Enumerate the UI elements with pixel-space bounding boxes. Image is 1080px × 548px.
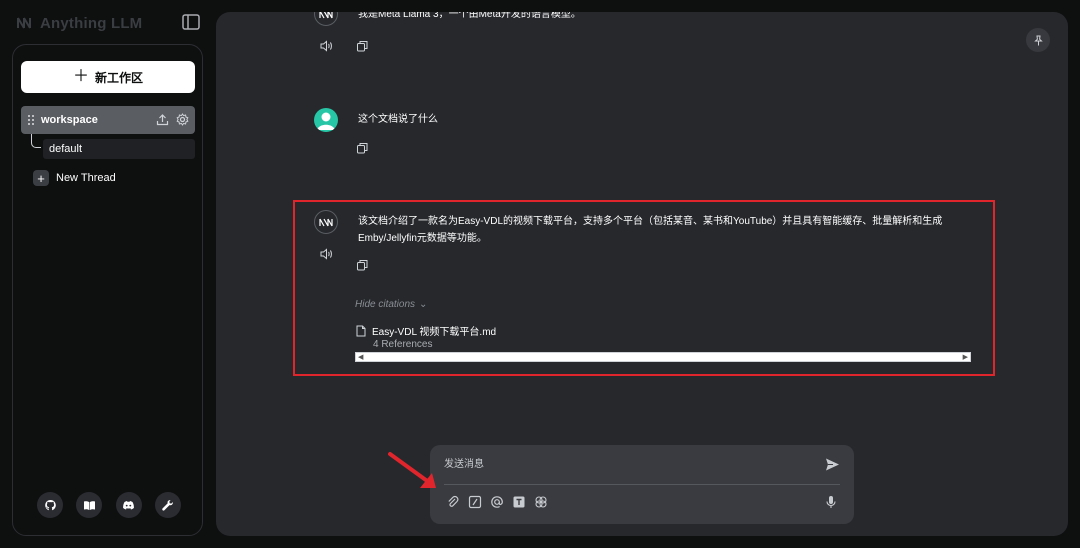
chat-panel: 我是Meta Llama 3，一个由Meta开发的语言模型。 这个文档说了什么 … — [216, 12, 1068, 536]
message-text: 我是Meta Llama 3，一个由Meta开发的语言模型。 — [358, 12, 581, 20]
hide-citations-toggle[interactable]: Hide citations ⌄ — [355, 299, 427, 310]
sidebar: ＋ 新工作区 workspace default + New Thread — [12, 44, 203, 536]
assistant-avatar — [314, 12, 338, 26]
prompt-box — [430, 445, 854, 524]
message-text-line: Emby/Jellyfin元数据等功能。 — [358, 233, 487, 244]
sidebar-toggle-icon[interactable] — [182, 14, 200, 30]
scroll-right-icon[interactable]: ▶ — [963, 354, 968, 362]
slash-command-icon[interactable] — [468, 495, 482, 509]
thread-label: default — [49, 143, 83, 155]
prompt-divider — [444, 484, 840, 485]
speaker-icon[interactable] — [320, 40, 333, 52]
drag-handle-icon[interactable] — [27, 114, 35, 126]
plus-icon: ＋ — [72, 68, 89, 85]
text-format-icon[interactable] — [512, 495, 526, 509]
send-icon[interactable] — [825, 457, 840, 472]
app-logo: Anything LLM — [16, 12, 142, 34]
discord-icon — [123, 500, 135, 509]
anythingllm-logo-icon — [319, 12, 333, 18]
new-workspace-button[interactable]: ＋ 新工作区 — [21, 61, 195, 93]
app-brand-name: Anything LLM — [40, 14, 143, 32]
new-thread-button[interactable]: + New Thread — [33, 169, 116, 187]
sidebar-item-workspace[interactable]: workspace — [21, 106, 195, 134]
citation-item[interactable]: Easy-VDL 视频下载平台.md — [356, 323, 496, 338]
github-icon — [44, 499, 56, 510]
wrench-icon — [162, 499, 174, 511]
book-icon — [83, 500, 95, 510]
plus-icon: + — [33, 170, 49, 186]
new-workspace-label: 新工作区 — [95, 70, 144, 85]
hide-citations-label: Hide citations — [355, 299, 416, 310]
at-mention-icon[interactable] — [490, 495, 504, 509]
paperclip-icon[interactable] — [446, 495, 460, 509]
citation-filename: Easy-VDL 视频下载平台.md — [372, 327, 497, 338]
anythingllm-logo-icon — [319, 218, 333, 226]
upload-icon[interactable] — [156, 113, 169, 126]
user-avatar — [314, 108, 338, 132]
annotation-arrow — [388, 452, 436, 488]
file-icon — [356, 325, 366, 336]
assistant-avatar — [314, 210, 338, 234]
agent-brain-icon[interactable] — [534, 495, 548, 509]
docs-button[interactable] — [76, 492, 103, 518]
prompt-toolbar — [446, 495, 548, 509]
copy-icon[interactable] — [356, 142, 369, 154]
chevron-down-icon: ⌄ — [419, 299, 428, 310]
speaker-icon[interactable] — [320, 248, 333, 260]
thread-connector — [31, 134, 41, 148]
message-text: 这个文档说了什么 — [358, 114, 438, 125]
workspace-name: workspace — [41, 114, 98, 126]
scroll-left-icon[interactable]: ◀ — [358, 354, 363, 362]
gear-icon[interactable] — [176, 113, 189, 126]
settings-button[interactable] — [154, 492, 181, 518]
github-button[interactable] — [37, 492, 63, 518]
discord-button[interactable] — [115, 492, 142, 518]
new-thread-label: New Thread — [56, 172, 116, 184]
sidebar-thread-default[interactable]: default — [43, 139, 195, 159]
pin-button[interactable] — [1026, 28, 1050, 52]
message-input[interactable] — [444, 455, 804, 473]
sidebar-footer — [37, 492, 181, 518]
copy-icon[interactable] — [356, 259, 369, 271]
message-text-line: 该文档介绍了一款名为Easy-VDL的视频下载平台，支持多个平台（包括某音、某书… — [358, 216, 943, 227]
user-icon — [317, 112, 335, 130]
citation-references: 4 References — [373, 339, 433, 350]
message-text: 该文档介绍了一款名为Easy-VDL的视频下载平台，支持多个平台（包括某音、某书… — [358, 213, 942, 247]
horizontal-scrollbar[interactable]: ◀ ▶ — [355, 352, 971, 362]
microphone-icon[interactable] — [824, 495, 838, 509]
copy-icon[interactable] — [356, 40, 369, 52]
pin-icon — [1033, 35, 1043, 45]
anythingllm-logo-icon — [17, 17, 31, 29]
